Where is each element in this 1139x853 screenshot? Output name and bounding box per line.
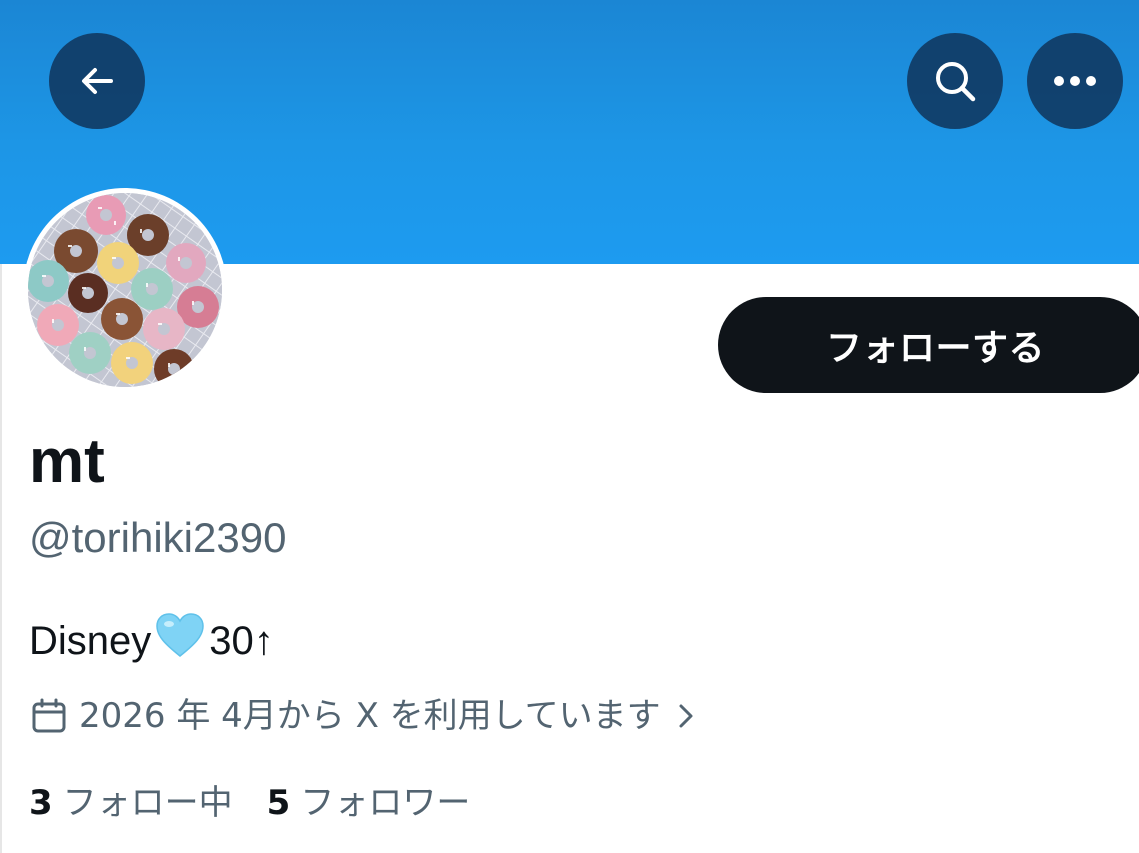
- content-border: [0, 264, 2, 853]
- more-button[interactable]: [1027, 33, 1123, 129]
- following-link[interactable]: 3 フォロー中: [29, 780, 233, 826]
- bio: Disney 30↑: [29, 612, 274, 670]
- display-name: mt: [29, 427, 105, 496]
- arrow-left-icon: [82, 68, 113, 94]
- more-horizontal-icon: [1054, 76, 1096, 86]
- avatar[interactable]: [28, 193, 222, 387]
- bio-suffix: 30↑: [209, 619, 274, 663]
- joined-date-text: 2026 年 4月から X を利用しています: [79, 696, 661, 736]
- followers-link[interactable]: 5 フォロワー: [267, 780, 471, 826]
- following-label: フォロー中: [62, 783, 233, 823]
- following-count: 3: [29, 783, 53, 823]
- avatar-image: [28, 193, 222, 387]
- joined-date-row[interactable]: 2026 年 4月から X を利用しています: [29, 693, 699, 739]
- light-blue-heart-icon: [155, 612, 205, 670]
- followers-label: フォロワー: [300, 783, 471, 823]
- calendar-icon: [32, 698, 66, 733]
- followers-count: 5: [266, 783, 291, 823]
- back-button[interactable]: [49, 33, 145, 129]
- search-button[interactable]: [907, 33, 1003, 129]
- follow-button[interactable]: フォローする: [718, 297, 1139, 393]
- bio-text: Disney: [29, 619, 152, 663]
- follow-button-label: フォローする: [826, 328, 1046, 369]
- chevron-right-icon: [679, 704, 693, 728]
- follow-stats: 3 フォロー中 5 フォロワー: [29, 780, 470, 826]
- profile-page: フォローする mt @torihiki2390 Disney 30↑ 2026 …: [0, 0, 1139, 853]
- user-handle: @torihiki2390: [29, 514, 287, 561]
- search-icon: [936, 62, 976, 102]
